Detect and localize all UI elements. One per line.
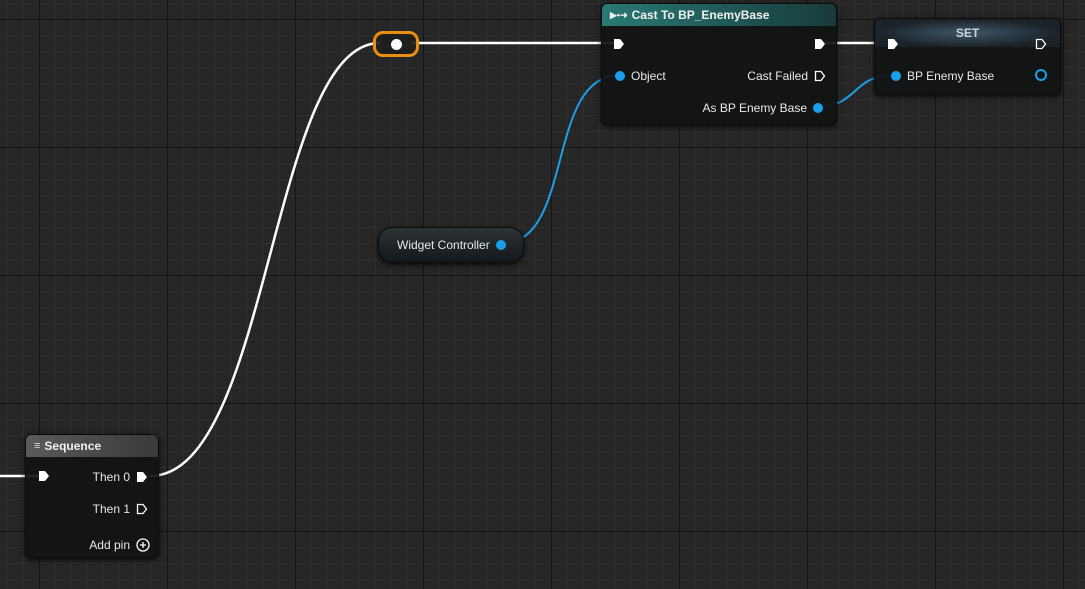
set-title: SET [955, 26, 980, 40]
set-exec-in-pin-icon[interactable] [887, 38, 899, 50]
reroute-pin-icon [390, 38, 402, 50]
widget-controller-row[interactable]: Widget Controller [397, 238, 506, 252]
add-pin-label: Add pin [89, 538, 130, 552]
cast-exec-out-pin-icon[interactable] [814, 38, 826, 50]
cast-header: ▶•➜ Cast To BP_EnemyBase [602, 4, 836, 26]
widget-controller-node[interactable]: Widget Controller [378, 227, 524, 263]
sequence-header: ≡ Sequence [26, 435, 158, 457]
cast-title: Cast To BP_EnemyBase [631, 8, 770, 22]
cast-icon: ▶•➜ [610, 10, 628, 20]
set-header: SET [875, 19, 1060, 47]
cast-object-row[interactable]: Object [615, 69, 666, 83]
then1-exec-pin-icon[interactable] [136, 503, 148, 515]
cast-exec-in[interactable] [613, 38, 625, 50]
set-var-row[interactable]: BP Enemy Base [891, 69, 994, 83]
add-pin-plus-icon[interactable] [136, 538, 150, 552]
cast-node[interactable]: ▶•➜ Cast To BP_EnemyBase Object Cast Fai… [601, 3, 837, 125]
reroute-node[interactable] [373, 31, 419, 57]
set-var-out-pin-icon[interactable] [1035, 69, 1047, 81]
cast-as-row[interactable]: As BP Enemy Base [702, 101, 823, 115]
widget-controller-pin-icon[interactable] [495, 240, 506, 250]
sequence-node[interactable]: ≡ Sequence Then 0 Then 1 Add pin [25, 434, 159, 558]
sequence-icon: ≡ [34, 440, 41, 452]
sequence-then1-row[interactable]: Then 1 [93, 502, 148, 516]
as-bp-label: As BP Enemy Base [702, 101, 808, 115]
sequence-title: Sequence [44, 439, 102, 453]
cast-failed-label: Cast Failed [747, 69, 808, 83]
as-bp-pin-icon[interactable] [813, 103, 823, 113]
cast-exec-in-pin-icon[interactable] [613, 38, 625, 50]
sequence-add-pin-row[interactable]: Add pin [89, 538, 150, 552]
set-exec-out-pin-icon[interactable] [1035, 38, 1047, 50]
then0-label: Then 0 [92, 470, 130, 484]
cast-failed-row[interactable]: Cast Failed [747, 69, 826, 83]
sequence-then0-row[interactable]: Then 0 [93, 470, 148, 484]
exec-in-pin-icon[interactable] [38, 470, 50, 482]
set-var-in-pin-icon[interactable] [891, 71, 901, 81]
widget-controller-label: Widget Controller [397, 238, 490, 252]
then1-label: Then 1 [92, 502, 130, 516]
set-exec-out[interactable] [1035, 38, 1047, 50]
set-node[interactable]: SET BP Enemy Base [874, 18, 1061, 95]
set-var-label: BP Enemy Base [907, 69, 995, 83]
object-label: Object [631, 69, 666, 83]
set-var-out[interactable] [1035, 69, 1047, 81]
object-pin-icon[interactable] [615, 71, 625, 81]
sequence-exec-in[interactable] [38, 470, 50, 482]
cast-failed-exec-pin-icon[interactable] [814, 70, 826, 82]
set-exec-in[interactable] [887, 38, 899, 50]
cast-exec-out[interactable] [814, 38, 826, 50]
exec-wire-then0-to-reroute [149, 41, 381, 478]
then0-exec-pin-icon[interactable] [136, 471, 148, 483]
